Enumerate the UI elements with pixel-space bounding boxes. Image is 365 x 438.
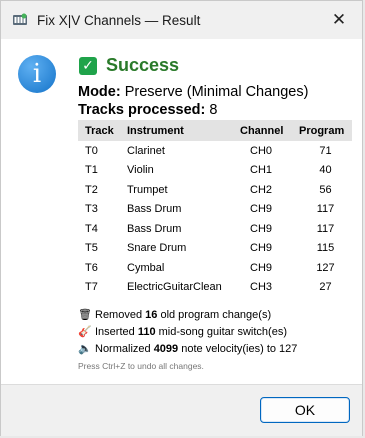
note-suffix: mid-song guitar switch(es)	[155, 326, 287, 338]
table-header-row: Track Instrument Channel Program	[78, 120, 352, 141]
note-item: 🎸 Inserted 110 mid-song guitar switch(es)	[78, 324, 297, 341]
trash-icon: 🗑	[78, 309, 92, 321]
cell-instrument: Snare Drum	[127, 242, 187, 255]
cell-channel: CH0	[250, 144, 273, 157]
table-row: T4 Bass Drum CH9 117	[78, 219, 352, 239]
close-icon: ✕	[331, 10, 347, 29]
change-notes: 🗑 Removed 16 old program change(s) 🎸 Insert…	[78, 307, 297, 358]
note-item: 🔈 Normalized 4099 note velocity(ies) to 1…	[78, 341, 297, 358]
cell-channel: CH9	[250, 203, 273, 216]
cell-track: T0	[85, 144, 98, 157]
ok-button[interactable]: OK	[260, 397, 350, 423]
undo-hint: Press Ctrl+Z to undo all changes.	[78, 361, 204, 371]
cell-track: T1	[85, 164, 98, 177]
note-prefix: Inserted	[95, 326, 138, 338]
cell-channel: CH3	[250, 281, 273, 294]
table-row: T3 Bass Drum CH9 117	[78, 200, 352, 220]
tracks-value: 8	[209, 102, 218, 118]
title-bar: Fix X|V Channels — Result ✕	[1, 1, 362, 39]
tracks-label: Tracks processed:	[78, 102, 206, 118]
table-row: T1 Violin CH1 40	[78, 161, 352, 181]
cell-track: T2	[85, 183, 98, 196]
note-item: 🗑 Removed 16 old program change(s)	[78, 307, 297, 324]
check-icon: ✓	[79, 56, 97, 75]
cell-program: 127	[316, 261, 335, 274]
cell-track: T4	[85, 222, 98, 235]
window-title: Fix X|V Channels — Result	[37, 12, 201, 28]
cell-program: 27	[319, 281, 332, 294]
cell-channel: CH9	[250, 242, 273, 255]
cell-channel: CH9	[250, 261, 273, 274]
cell-program: 40	[319, 164, 332, 177]
table-row: T6 Cymbal CH9 127	[78, 258, 352, 278]
cell-track: T5	[85, 242, 98, 255]
tracks-table: Track Instrument Channel Program T0 Clari…	[78, 120, 352, 297]
result-dialog: Fix X|V Channels — Result ✕ i ✓ Success …	[0, 0, 363, 436]
cell-channel: CH1	[250, 164, 273, 177]
cell-channel: CH9	[250, 222, 273, 235]
note-count: 110	[137, 326, 156, 338]
cell-track: T3	[85, 203, 98, 216]
speaker-icon: 🔈	[78, 343, 92, 355]
table-row: T2 Trumpet CH2 56	[78, 180, 352, 200]
cell-instrument: Violin	[127, 164, 154, 177]
cell-program: 117	[316, 203, 335, 216]
header-track: Track	[78, 120, 127, 141]
dialog-footer: OK	[1, 384, 362, 436]
cell-program: 117	[316, 222, 335, 235]
note-count: 4099	[153, 343, 179, 355]
note-prefix: Normalized	[95, 343, 154, 355]
mode-line: Mode: Preserve (Minimal Changes)	[78, 84, 308, 100]
table-row: T0 Clarinet CH0 71	[78, 141, 352, 161]
table-row: T7 ElectricGuitarClean CH3 27	[78, 278, 352, 298]
cell-channel: CH2	[250, 183, 273, 196]
mode-label: Mode:	[78, 84, 121, 100]
cell-instrument: Cymbal	[127, 261, 165, 274]
header-program: Program	[299, 120, 352, 141]
cell-instrument: Clarinet	[127, 144, 165, 157]
cell-track: T6	[85, 261, 98, 274]
close-button[interactable]: ✕	[316, 1, 362, 39]
success-label: Success	[106, 55, 180, 75]
note-count: 16	[145, 309, 158, 321]
cell-program: 71	[319, 144, 332, 157]
app-icon	[12, 12, 28, 28]
info-icon: i	[18, 55, 56, 93]
cell-track: T7	[85, 281, 98, 294]
header-channel: Channel	[240, 120, 299, 141]
note-prefix: Removed	[95, 309, 146, 321]
info-glyph: i	[32, 59, 42, 89]
note-suffix: note velocity(ies) to 127	[178, 343, 298, 355]
mode-value: Preserve (Minimal Changes)	[124, 84, 309, 100]
dialog-content: i ✓ Success Mode: Preserve (Minimal Chan…	[1, 39, 362, 384]
guitar-icon: 🎸	[78, 326, 92, 338]
cell-program: 115	[316, 242, 335, 255]
success-heading: ✓ Success	[79, 55, 179, 76]
cell-program: 56	[319, 183, 332, 196]
cell-instrument: Trumpet	[127, 183, 168, 196]
cell-instrument: Bass Drum	[127, 222, 182, 235]
header-instrument: Instrument	[127, 120, 240, 141]
table-row: T5 Snare Drum CH9 115	[78, 239, 352, 259]
tracks-line: Tracks processed: 8	[78, 102, 217, 118]
cell-instrument: ElectricGuitarClean	[127, 281, 222, 294]
note-suffix: old program change(s)	[157, 309, 272, 321]
cell-instrument: Bass Drum	[127, 203, 182, 216]
